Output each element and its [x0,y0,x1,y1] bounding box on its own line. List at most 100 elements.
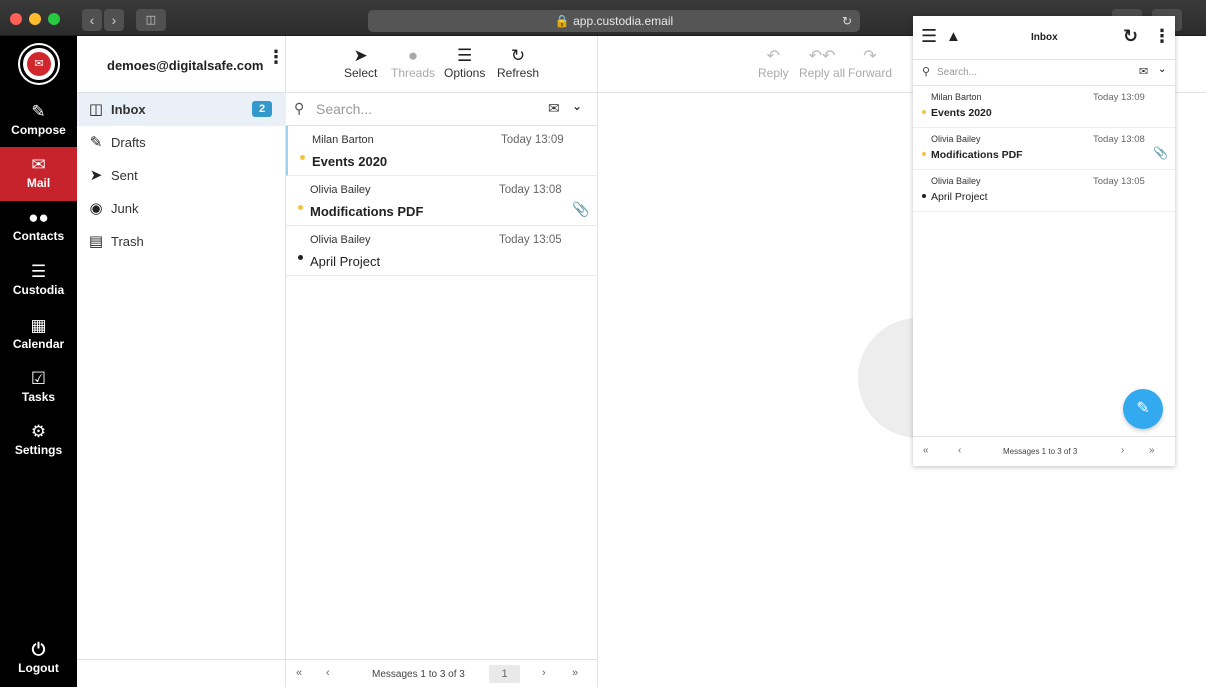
chat-bubbles-icon: ● [407,46,419,65]
message-sender: Milan Barton [931,92,982,102]
message-subject: Modifications PDF [931,149,1023,161]
message-date: Today 13:05 [499,234,562,246]
last-page-icon[interactable]: » [572,667,578,679]
sliders-icon: ☰ [457,46,473,65]
next-page-icon[interactable]: › [542,667,546,679]
list-toolbar: ➤ Select ● Threads ☰ Options ↻ Refresh [286,36,598,93]
message-date: Today 13:08 [499,184,562,196]
reload-icon[interactable]: ↻ [842,10,852,32]
folder-junk[interactable]: ◉ Junk [77,192,286,225]
reply-all-button[interactable]: ↶↶ Reply all [799,48,845,80]
last-page-icon[interactable]: » [1149,445,1155,456]
nav-contacts[interactable]: ●● Contacts [0,200,77,254]
message-date: Today 13:08 [1093,134,1145,145]
nav-mail[interactable]: ✉ Mail [0,147,77,201]
message-sender: Olivia Bailey [310,184,371,196]
message-subject: April Project [310,254,381,269]
prev-page-icon[interactable]: ‹ [326,667,330,679]
mobile-message-row[interactable]: Olivia Bailey Today 13:05 April Project [913,170,1175,212]
menu-icon: ☰ [30,262,47,281]
folder-trash[interactable]: ▤ Trash [77,225,286,258]
envelope-filter-icon[interactable]: ✉ [1139,65,1148,78]
nav-tasks[interactable]: ☑ Tasks [0,361,77,415]
threads-button[interactable]: ● Threads [391,46,435,80]
message-subject: Modifications PDF [310,204,424,219]
message-row[interactable]: Olivia Bailey Today 13:05 April Project [286,226,598,276]
contacts-icon: ●● [28,208,49,227]
folder-icon[interactable]: ▲ [946,28,961,45]
message-list-panel: ➤ Select ● Threads ☰ Options ↻ Refresh ⚲… [286,36,598,687]
message-date: Today 13:05 [1093,176,1145,187]
nav-custodia[interactable]: ☰ Custodia [0,254,77,308]
reply-all-icon: ↶↶ [808,48,836,65]
hamburger-icon[interactable]: ☰ [921,26,937,47]
forward-nav-icon[interactable]: › [104,9,124,31]
forward-icon: ↷ [863,48,877,65]
folder-sent[interactable]: ➤ Sent [77,159,286,192]
unread-badge: 2 [252,101,272,117]
chevron-down-icon[interactable]: ⌄ [1158,64,1166,75]
folder-drafts[interactable]: ✎ Drafts [77,126,286,159]
unread-dot [300,155,305,160]
search-icon: ⚲ [922,66,931,78]
search-input[interactable] [316,99,516,119]
close-window-button[interactable] [10,13,22,25]
nav-calendar[interactable]: ▦ Calendar [0,308,77,362]
unread-dot [922,110,926,114]
select-button[interactable]: ➤ Select [344,46,377,80]
page-number-input[interactable]: 1 [489,665,520,683]
compose-fab-button[interactable]: ✎ [1123,389,1163,429]
message-sender: Olivia Bailey [310,234,371,246]
next-page-icon[interactable]: › [1121,445,1124,456]
nav-logout[interactable]: ⏻ Logout [0,632,77,686]
sidebar-toggle-icon[interactable]: ◫ [136,9,166,31]
nav-settings[interactable]: ⚙ Settings [0,414,77,468]
pagination-info: Messages 1 to 3 of 3 [1003,447,1078,456]
fire-icon: ◉ [89,200,103,217]
search-icon: ⚲ [294,100,305,116]
folder-inbox[interactable]: ◫ Inbox 2 [77,93,286,126]
message-sender: Olivia Bailey [931,176,981,186]
message-sender: Olivia Bailey [931,134,981,144]
refresh-button[interactable]: ↻ Refresh [497,46,539,80]
reply-button[interactable]: ↶ Reply [758,48,789,80]
mobile-message-row[interactable]: Milan Barton Today 13:09 Events 2020 [913,86,1175,128]
refresh-icon: ↻ [510,46,526,65]
pagination: « ‹ Messages 1 to 3 of 3 1 › » [286,659,598,687]
options-button[interactable]: ☰ Options [444,46,485,80]
mobile-search-input[interactable] [937,65,1087,80]
account-menu-icon[interactable]: ⋮ [267,48,285,66]
first-page-icon[interactable]: « [923,445,929,456]
url-text: app.custodia.email [573,14,674,28]
message-row[interactable]: Olivia Bailey Today 13:08 Modifications … [286,176,598,226]
pagination-info: Messages 1 to 3 of 3 [372,669,465,680]
gear-icon: ⚙ [30,422,47,441]
prev-page-icon[interactable]: ‹ [958,445,961,456]
message-date: Today 13:09 [501,134,564,146]
chevron-down-icon[interactable]: ⌄ [572,99,582,113]
mobile-title: Inbox [1031,32,1058,43]
read-dot [922,194,926,198]
envelope-filter-icon[interactable]: ✉ [548,100,560,117]
pencil-icon: ✎ [89,134,103,151]
nav-compose[interactable]: ✎ Compose [0,94,77,148]
power-icon: ⏻ [31,640,46,659]
read-dot [298,255,303,260]
message-row[interactable]: Milan Barton Today 13:09 Events 2020 [286,126,598,176]
account-email: demoes@digitalsafe.com [107,58,264,73]
message-subject: Events 2020 [931,107,992,119]
mobile-message-row[interactable]: Olivia Bailey Today 13:08 Modifications … [913,128,1175,170]
minimize-window-button[interactable] [29,13,41,25]
maximize-window-button[interactable] [48,13,60,25]
back-icon[interactable]: ‹ [82,9,102,31]
paper-plane-icon: ➤ [89,167,103,184]
calendar-icon: ▦ [30,316,47,335]
forward-button[interactable]: ↷ Forward [848,48,892,80]
refresh-icon[interactable]: ↻ [1123,26,1138,47]
first-page-icon[interactable]: « [296,667,302,679]
more-menu-icon[interactable]: ⋮ [1153,26,1171,47]
app-navigation: ✉ ✎ Compose ✉ Mail ●● Contacts ☰ Custodi… [0,36,77,687]
message-subject: Events 2020 [312,154,388,169]
message-date: Today 13:09 [1093,92,1145,103]
address-bar[interactable]: 🔒 app.custodia.email ↻ [368,10,860,32]
